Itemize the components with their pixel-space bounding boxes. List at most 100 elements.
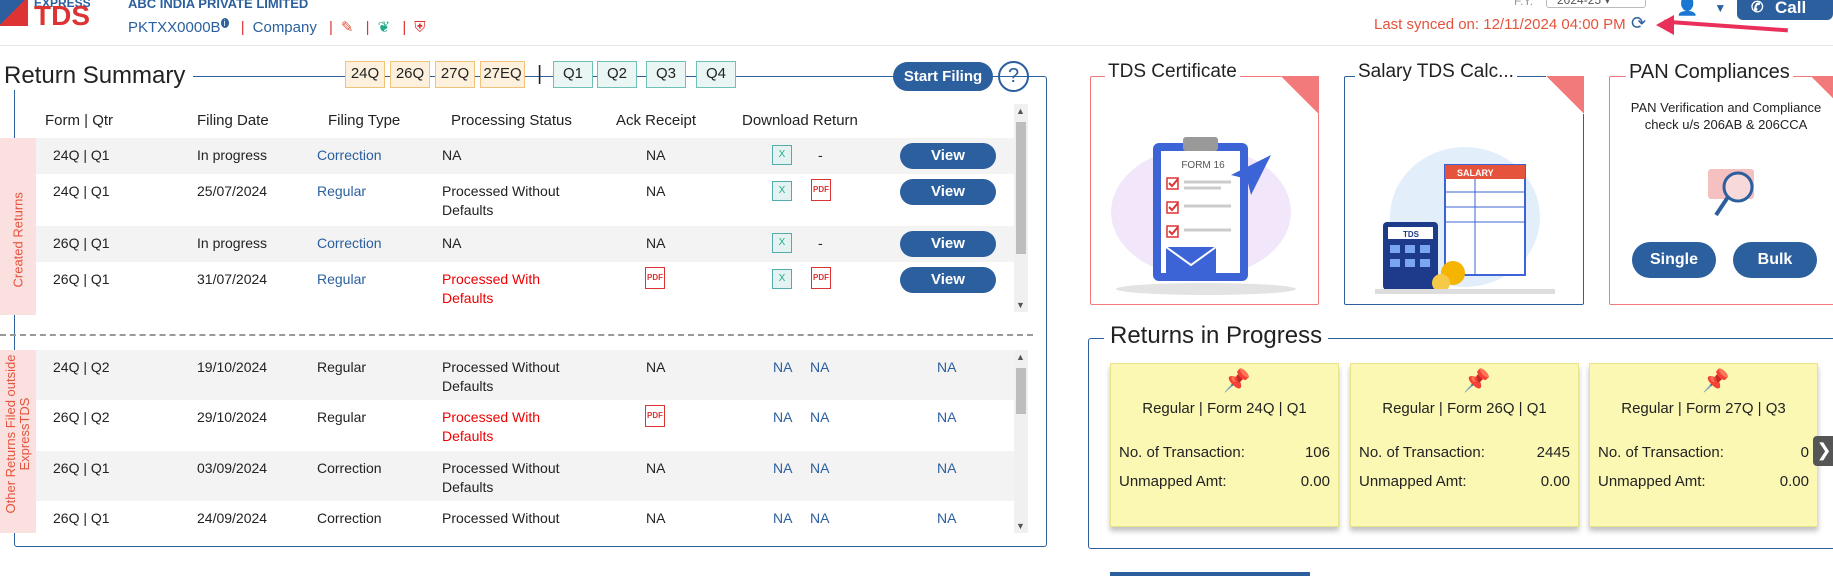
filter-26q[interactable]: 26Q xyxy=(390,61,430,88)
cell-form: 24Q | Q1 xyxy=(53,183,110,199)
progress-note-card[interactable]: 📌 Regular | Form 24Q | Q1 No. of Transac… xyxy=(1110,363,1339,527)
cell-download-1: NA xyxy=(773,409,793,425)
view-button[interactable]: View xyxy=(900,179,996,205)
pdf-download-icon[interactable]: PDF xyxy=(811,179,831,201)
created-returns-side-label: Created Returns xyxy=(0,138,36,315)
cell-dash: - xyxy=(818,147,823,163)
filter-24q[interactable]: 24Q xyxy=(345,61,385,88)
next-arrow-icon[interactable]: ❯ xyxy=(1813,436,1833,466)
progress-note-card[interactable]: 📌 Regular | Form 27Q | Q3 No. of Transac… xyxy=(1589,363,1818,527)
ack-pdf-icon[interactable]: PDF xyxy=(645,405,665,427)
cell-date: 29/10/2024 xyxy=(197,409,268,425)
sync-icon[interactable]: ⟳ xyxy=(1631,13,1646,34)
fy-label: F.Y. xyxy=(1514,0,1534,8)
other-scrollbar[interactable]: ▲ ▼ xyxy=(1014,350,1028,533)
excel-download-icon[interactable]: X xyxy=(772,269,792,289)
cell-download-2: NA xyxy=(810,359,830,375)
col-processing-status: Processing Status xyxy=(451,112,572,129)
scroll-up-icon[interactable]: ▲ xyxy=(1016,106,1025,116)
cell-download-2: NA xyxy=(810,460,830,476)
entity-info: PKTXX0000B i | Company | ✎ | ❦ | ⛨ xyxy=(128,18,426,36)
cell-download-3: NA xyxy=(937,510,957,526)
cell-download-1: NA xyxy=(773,510,793,526)
edit-icon[interactable]: ✎ xyxy=(341,19,354,36)
annotation-arrowhead xyxy=(1656,15,1674,35)
tds-certificate-card[interactable]: TDS Certificate FORM 16 xyxy=(1090,61,1319,305)
pdf-download-icon[interactable]: PDF xyxy=(811,267,831,289)
govt-seal-icon[interactable]: ⛨ xyxy=(414,19,425,36)
form16-label: FORM 16 xyxy=(1181,160,1225,171)
scroll-thumb[interactable] xyxy=(1016,122,1026,254)
scroll-down-icon[interactable]: ▼ xyxy=(1016,300,1025,310)
other-returns-text: Other Returns Filed outside ExpressTDS xyxy=(3,354,32,514)
view-button[interactable]: View xyxy=(900,231,996,257)
cell-date: 31/07/2024 xyxy=(197,271,268,287)
view-button[interactable]: View xyxy=(900,267,996,293)
top-header: EXPRESS TDS ABC INDIA PRIVATE LIMITED PK… xyxy=(0,0,1833,46)
fy-select[interactable]: 2024-25 ▾ xyxy=(1546,0,1646,8)
bulk-button[interactable]: Bulk xyxy=(1733,242,1817,278)
cell-type: Regular xyxy=(317,409,367,425)
unmapped-label: Unmapped Amt: xyxy=(1359,473,1467,490)
cell-type: Correction xyxy=(317,510,382,526)
cell-download-1: NA xyxy=(773,359,793,375)
unmapped-value: 0.00 xyxy=(1779,473,1809,490)
excel-download-icon[interactable]: X xyxy=(772,233,792,253)
cell-type: Regular xyxy=(317,359,367,375)
logo-main-text: TDS xyxy=(34,0,90,31)
salary-tds-calc-card[interactable]: Salary TDS Calc... SALARY TDS xyxy=(1344,61,1584,305)
filter-27q[interactable]: 27Q xyxy=(435,61,475,88)
ack-pdf-icon[interactable]: PDF xyxy=(645,267,665,289)
cell-type: Correction xyxy=(317,460,382,476)
cell-form: 24Q | Q2 xyxy=(53,359,110,375)
pan-description: PAN Verification and Compliance check u/… xyxy=(1630,100,1822,132)
progress-note-card[interactable]: 📌 Regular | Form 26Q | Q1 No. of Transac… xyxy=(1350,363,1579,527)
cell-ack: NA xyxy=(646,235,666,251)
note-title: Regular | Form 26Q | Q1 xyxy=(1382,400,1547,417)
cell-date: 03/09/2024 xyxy=(197,460,268,476)
other-returns-side-label: Other Returns Filed outside ExpressTDS xyxy=(0,350,36,533)
filter-divider: | xyxy=(537,63,543,85)
start-filing-button[interactable]: Start Filing xyxy=(893,62,993,91)
transactions-value: 0 xyxy=(1800,444,1809,461)
pushpin-icon: 📌 xyxy=(1702,368,1730,393)
cell-type[interactable]: Regular xyxy=(317,183,366,199)
filter-q3[interactable]: Q3 xyxy=(646,61,686,88)
filter-q1[interactable]: Q1 xyxy=(553,61,593,88)
info-icon[interactable]: i xyxy=(220,18,229,28)
scroll-thumb[interactable] xyxy=(1016,368,1026,414)
emblem-icon[interactable]: ❦ xyxy=(378,19,391,36)
scroll-up-icon[interactable]: ▲ xyxy=(1016,352,1025,362)
unmapped-label: Unmapped Amt: xyxy=(1598,473,1706,490)
view-button[interactable]: View xyxy=(900,143,996,169)
last-synced-text: Last synced on: 12/11/2024 04:00 PM xyxy=(1374,16,1626,33)
col-filing-date: Filing Date xyxy=(197,112,269,129)
filter-q2[interactable]: Q2 xyxy=(597,61,637,88)
chevron-down-icon: ▼ xyxy=(1714,1,1727,15)
cell-date: 25/07/2024 xyxy=(197,183,268,199)
single-button[interactable]: Single xyxy=(1632,242,1716,278)
cell-status: Processed Without Defaults xyxy=(442,460,560,495)
cell-type[interactable]: Correction xyxy=(317,235,382,251)
logo-flag-icon xyxy=(0,0,28,26)
user-menu[interactable]: 👤 ▼ xyxy=(1676,0,1726,17)
unmapped-value: 0.00 xyxy=(1540,473,1570,490)
annotation-arrow xyxy=(1664,19,1788,33)
help-button[interactable]: ? xyxy=(998,61,1029,92)
cell-status: Processed Without Defaults xyxy=(442,183,560,218)
return-summary-title: Return Summary xyxy=(4,62,194,90)
cell-type[interactable]: Correction xyxy=(317,147,382,163)
cell-type[interactable]: Regular xyxy=(317,271,366,287)
excel-download-icon[interactable]: X xyxy=(772,145,792,165)
call-me-button[interactable]: ✆Call Me xyxy=(1737,0,1833,37)
filter-q4[interactable]: Q4 xyxy=(696,61,736,88)
user-icon: 👤 xyxy=(1676,0,1699,16)
table-row: 26Q | Q1 In progress Correction NA NA X … xyxy=(36,226,1016,262)
bottom-tab-indicator xyxy=(1110,572,1310,576)
filter-27eq[interactable]: 27EQ xyxy=(480,61,525,88)
scroll-down-icon[interactable]: ▼ xyxy=(1016,521,1025,531)
company-name: ABC INDIA PRIVATE LIMITED xyxy=(128,0,309,11)
excel-download-icon[interactable]: X xyxy=(772,181,792,201)
created-scrollbar[interactable]: ▲ ▼ xyxy=(1014,104,1028,312)
col-form-qtr: Form | Qtr xyxy=(45,112,114,129)
